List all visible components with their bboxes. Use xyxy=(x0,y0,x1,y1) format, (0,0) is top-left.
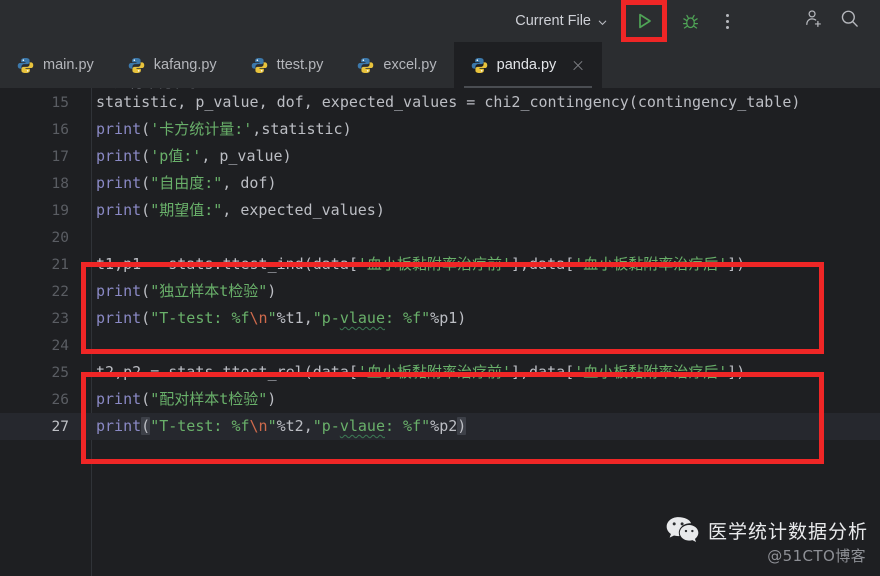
editor-tab-bar: main.py kafang.py ttest.py excel.py panda.py xyxy=(0,42,880,88)
search-button[interactable] xyxy=(832,0,866,42)
editor-tab-label: excel.py xyxy=(383,57,437,73)
python-file-icon xyxy=(471,57,488,74)
line-number: 26 xyxy=(51,391,69,408)
line-code: print("期望值:", expected_values) xyxy=(96,201,385,219)
code-line-17[interactable]: 17 print('p值:', p_value) xyxy=(0,143,880,170)
ide-window: Current File main.py kafang.py ttest.py … xyxy=(0,0,880,576)
run-play-icon xyxy=(634,11,654,31)
code-editor[interactable]: 14# 进行卡方检验15statistic, p_value, dof, exp… xyxy=(0,88,880,576)
editor-tab-label: kafang.py xyxy=(153,57,217,73)
python-file-icon xyxy=(357,57,374,74)
line-code: print("配对样本t检验") xyxy=(96,390,277,408)
line-code: print("T-test: %f\n"%t2,"p-vlaue: %f"%p2… xyxy=(96,417,467,435)
code-line-25[interactable]: 25 t2,p2 = stats.ttest_rel(data['血小板黏附率治疗… xyxy=(0,359,880,386)
close-icon[interactable] xyxy=(571,58,585,72)
chevron-down-icon xyxy=(597,17,608,28)
line-number: 20 xyxy=(51,229,69,246)
python-file-icon xyxy=(128,57,145,74)
code-line-22[interactable]: 22 print("独立样本t检验") xyxy=(0,278,880,305)
toolbar-right-group xyxy=(796,0,866,42)
search-icon xyxy=(839,8,860,34)
line-code: print("自由度:", dof) xyxy=(96,174,277,192)
line-number: 23 xyxy=(51,310,69,327)
code-line-19[interactable]: 19 print("期望值:", expected_values) xyxy=(0,197,880,224)
code-line-21[interactable]: 21 t1,p1 = stats.ttest_ind(data['血小板黏附率治疗… xyxy=(0,251,880,278)
debug-button[interactable] xyxy=(670,0,710,42)
line-code: print("独立样本t检验") xyxy=(96,282,277,300)
top-toolbar: Current File xyxy=(0,0,880,42)
line-code: print('p值:', p_value) xyxy=(96,147,292,165)
code-line-24[interactable]: 24 xyxy=(0,332,880,359)
code-lines-container: 14# 进行卡方检验15statistic, p_value, dof, exp… xyxy=(0,88,880,576)
line-code: print('卡方统计量:',statistic) xyxy=(96,120,352,138)
python-file-icon xyxy=(251,57,268,74)
line-code: t2,p2 = stats.ttest_rel(data['血小板黏附率治疗前'… xyxy=(96,363,746,381)
editor-tab-label: panda.py xyxy=(496,57,557,73)
line-number: 19 xyxy=(51,202,69,219)
kebab-dot xyxy=(725,13,729,17)
editor-tab-excel[interactable]: excel.py xyxy=(340,42,453,88)
watermark-title-row: 医学统计数据分析 xyxy=(666,516,868,544)
more-actions-button[interactable] xyxy=(710,0,744,42)
code-line-27[interactable]: 27 print("T-test: %f\n"%t2,"p-vlaue: %f"%… xyxy=(0,413,880,440)
editor-tab-kafang[interactable]: kafang.py xyxy=(111,42,234,88)
code-line-18[interactable]: 18 print("自由度:", dof) xyxy=(0,170,880,197)
line-code: statistic, p_value, dof, expected_values… xyxy=(96,93,801,111)
add-user-icon xyxy=(803,8,824,34)
code-line-15[interactable]: 15 statistic, p_value, dof, expected_valu… xyxy=(0,89,880,116)
run-configuration-selector[interactable]: Current File xyxy=(511,13,612,29)
line-number: 24 xyxy=(51,337,69,354)
run-configuration-label: Current File xyxy=(515,13,591,29)
line-number: 25 xyxy=(51,364,69,381)
editor-tab-ttest[interactable]: ttest.py xyxy=(234,42,341,88)
line-number: 27 xyxy=(51,418,69,435)
kebab-dot xyxy=(725,19,729,23)
kebab-dot xyxy=(725,25,729,29)
code-line-16[interactable]: 16 print('卡方统计量:',statistic) xyxy=(0,116,880,143)
code-line-20[interactable]: 20 xyxy=(0,224,880,251)
line-code: print("T-test: %f\n"%t1,"p-vlaue: %f"%p1… xyxy=(96,309,467,327)
add-user-button[interactable] xyxy=(796,0,830,42)
line-number: 17 xyxy=(51,148,69,165)
run-button[interactable] xyxy=(618,0,670,42)
code-line-26[interactable]: 26 print("配对样本t检验") xyxy=(0,386,880,413)
editor-tab-label: ttest.py xyxy=(276,57,324,73)
editor-tab-panda[interactable]: panda.py xyxy=(453,42,603,88)
line-number: 18 xyxy=(51,175,69,192)
line-number: 21 xyxy=(51,256,69,273)
watermark-title: 医学统计数据分析 xyxy=(707,520,868,543)
line-number: 16 xyxy=(51,121,69,138)
line-number: 22 xyxy=(51,283,69,300)
code-line-23[interactable]: 23 print("T-test: %f\n"%t1,"p-vlaue: %f"%… xyxy=(0,305,880,332)
editor-tab-main[interactable]: main.py xyxy=(0,42,111,88)
watermark-subtitle: @51CTO博客 xyxy=(767,547,866,565)
line-number: 15 xyxy=(51,94,69,111)
editor-tab-label: main.py xyxy=(43,57,94,73)
debug-bug-icon xyxy=(681,12,700,31)
line-code: t1,p1 = stats.ttest_ind(data['血小板黏附率治疗前'… xyxy=(96,255,746,273)
wechat-icon xyxy=(666,516,699,544)
python-file-icon xyxy=(17,57,34,74)
watermark: 医学统计数据分析 @51CTO博客 xyxy=(666,516,868,566)
